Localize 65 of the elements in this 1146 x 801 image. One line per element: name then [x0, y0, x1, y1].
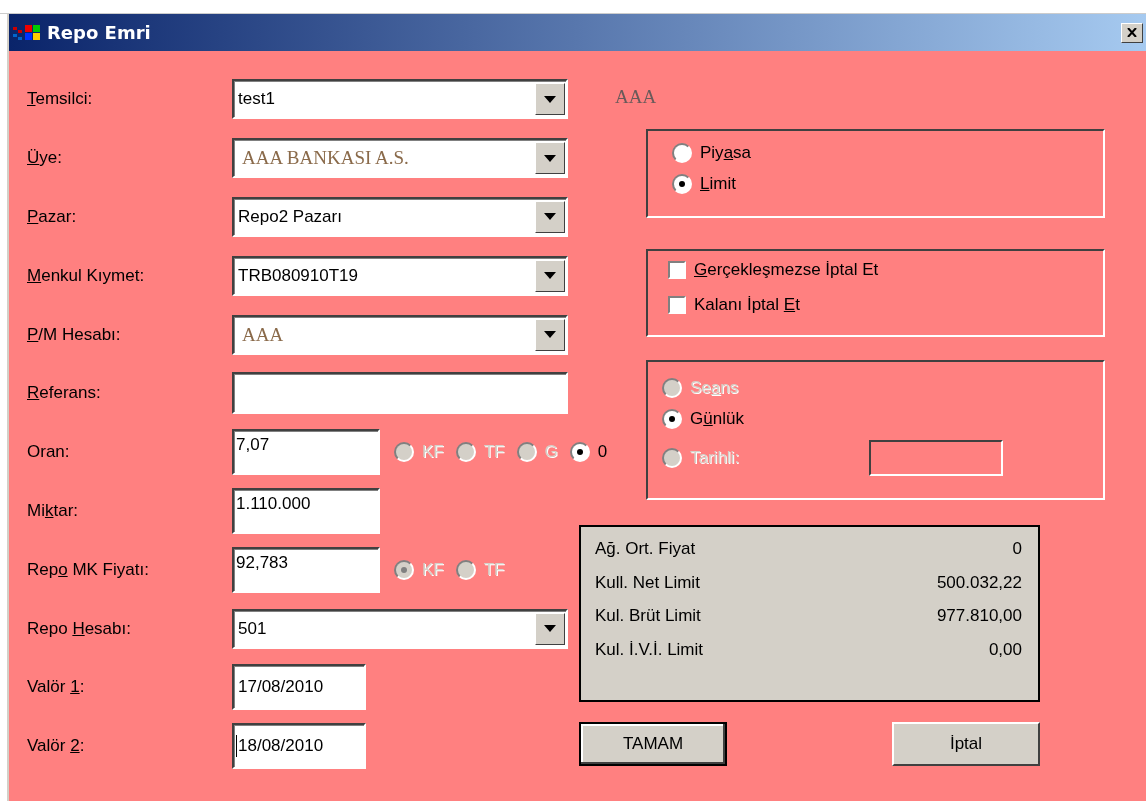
- dropdown-field[interactable]: Repo2 Pazarı: [232, 197, 568, 237]
- date-field[interactable]: 18/08/2010: [232, 723, 366, 770]
- radio-label: TF: [483, 442, 505, 463]
- radio-label: Limit: [700, 174, 736, 194]
- dropdown-arrow-icon: [544, 625, 556, 633]
- dropdown-field[interactable]: AAA: [232, 314, 568, 355]
- date-field[interactable]: [869, 440, 1004, 476]
- input-field[interactable]: 92,783: [232, 546, 380, 593]
- radio-label: Seans: [690, 378, 739, 398]
- dialog-button[interactable]: İptal: [892, 722, 1040, 766]
- field-label: P/M Hesabı:: [27, 324, 122, 345]
- dropdown-arrow-icon: [544, 272, 556, 280]
- dropdown-field[interactable]: AAA BANKASI A.S.: [232, 138, 568, 179]
- date-field[interactable]: 17/08/2010: [232, 664, 366, 711]
- summary-value: 500.032,22: [936, 572, 1022, 593]
- field-label: Pazar:: [27, 207, 78, 227]
- field-label: Üye:: [27, 148, 63, 169]
- field-label: Temsilci:: [27, 89, 94, 110]
- field-label: Valör 1:: [27, 677, 86, 698]
- app-icon: [13, 22, 43, 43]
- summary-label: Ağ. Ort. Fiyat: [595, 539, 696, 559]
- summary-value: 0,00: [988, 639, 1022, 660]
- radio-label: G: [544, 442, 558, 463]
- checkbox[interactable]: [668, 296, 686, 314]
- radio-button[interactable]: [662, 409, 682, 429]
- radio-label: 0: [597, 442, 608, 463]
- field-label: Repo Hesabı:: [27, 618, 132, 639]
- radio-button[interactable]: [569, 442, 590, 463]
- window-title: Repo Emri: [47, 22, 152, 43]
- field-label: Repo MK Fiyatı:: [27, 559, 150, 580]
- checkbox[interactable]: [668, 261, 686, 279]
- dropdown-field[interactable]: TRB080910T19: [232, 255, 568, 296]
- radio-button[interactable]: [672, 143, 692, 163]
- dropdown-arrow-icon: [544, 331, 556, 339]
- dropdown-arrow-icon: [544, 95, 556, 103]
- summary-value: 977.810,00: [936, 606, 1022, 626]
- field-label: Referans:: [27, 383, 102, 404]
- close-icon: [1127, 28, 1137, 37]
- summary-label: Kul. İ.V.İ. Limit: [595, 639, 704, 660]
- field-label: Valör 2:: [27, 736, 86, 757]
- summary-label: Kull. Net Limit: [595, 572, 700, 593]
- input-field[interactable]: 1.110.000: [232, 487, 380, 534]
- input-field[interactable]: 7,07: [232, 429, 380, 476]
- summary-value: 0: [1012, 539, 1022, 559]
- dropdown-arrow-icon: [544, 154, 556, 162]
- field-label: Oran:: [27, 442, 71, 463]
- checkbox-label: Kalanı İptal Et: [694, 295, 800, 315]
- radio-label: KF: [422, 559, 444, 580]
- radio-label: Piyasa: [700, 143, 752, 163]
- checkbox-label: Gerçekleşmezse İptal Et: [694, 260, 879, 280]
- radio-button[interactable]: [672, 174, 692, 194]
- radio-label: TF: [483, 559, 505, 580]
- summary-label: Kul. Brüt Limit: [595, 606, 701, 626]
- close-button[interactable]: [1121, 22, 1143, 43]
- account-name: AAA: [615, 86, 657, 108]
- dialog-button[interactable]: TAMAM: [579, 722, 727, 766]
- field-label: Menkul Kıymet:: [27, 265, 146, 286]
- radio-label: Tarihli:: [690, 448, 740, 468]
- input-field[interactable]: [232, 372, 568, 415]
- radio-label: KF: [422, 442, 444, 463]
- radio-label: Günlük: [690, 409, 744, 429]
- dropdown-field[interactable]: 501: [232, 608, 568, 649]
- dropdown-field[interactable]: test1: [232, 79, 568, 120]
- field-label: Miktar:: [27, 500, 79, 521]
- dropdown-arrow-icon: [544, 213, 556, 221]
